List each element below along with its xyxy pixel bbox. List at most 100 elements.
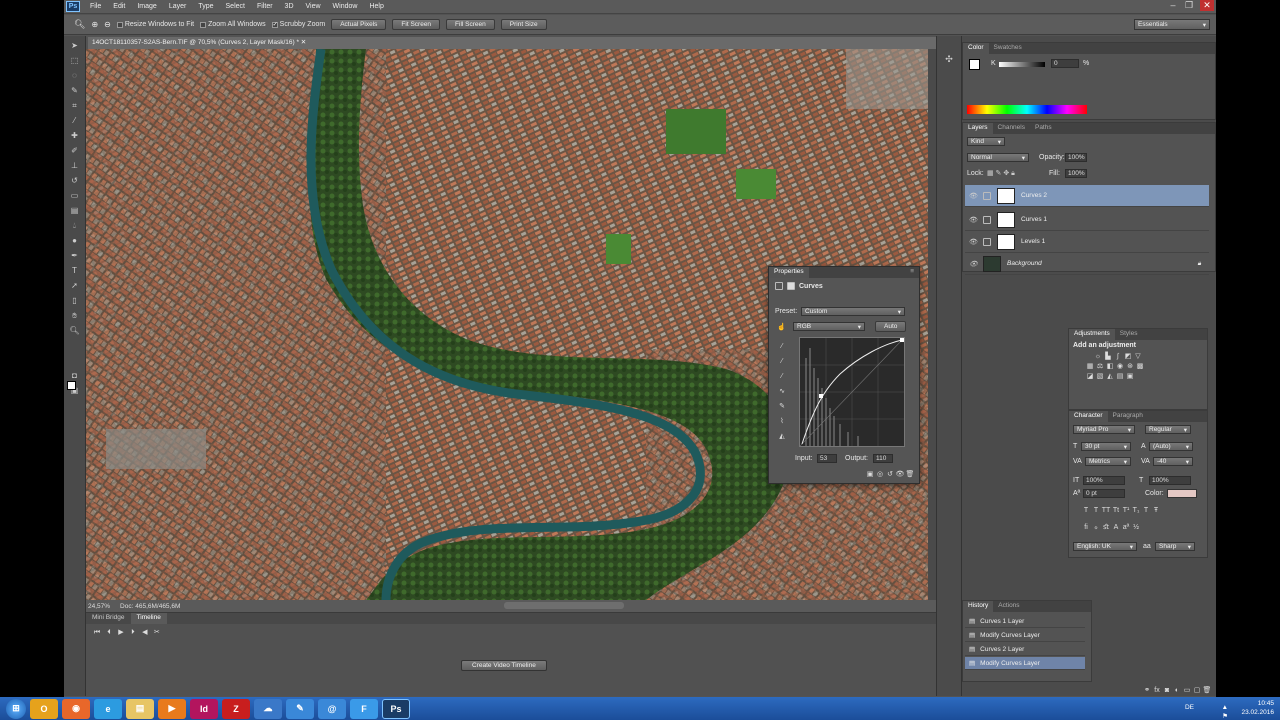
lock-icons[interactable]: ▦ ✎ ✥ 🔒︎ bbox=[987, 169, 1015, 178]
swash-icon[interactable]: ℴ bbox=[1091, 523, 1101, 531]
transition-icon[interactable]: ✂ bbox=[152, 628, 162, 636]
marquee-tool-icon[interactable]: ⬚ bbox=[68, 55, 82, 66]
language-dropdown[interactable]: English: UK ▾ bbox=[1073, 542, 1137, 551]
history-item[interactable]: ▤ Curves 1 Layer bbox=[965, 615, 1085, 628]
channel-dropdown[interactable]: RGB ▾ bbox=[793, 322, 865, 331]
layer-row-background[interactable]: 👁︎ Background 🔒︎ bbox=[965, 253, 1209, 275]
smooth-icon[interactable]: ⌇ bbox=[777, 414, 787, 429]
invert-icon[interactable]: ◪ bbox=[1085, 372, 1095, 380]
white-point-eyedropper-icon[interactable]: ⁄ bbox=[777, 369, 787, 384]
brightness-icon[interactable]: ☼ bbox=[1093, 353, 1103, 360]
healing-tool-icon[interactable]: ✚ bbox=[68, 130, 82, 141]
restore-icon[interactable]: ❐ bbox=[1184, 0, 1194, 11]
eyedropper-tool-icon[interactable]: ⁄ bbox=[68, 115, 82, 126]
windows-start-icon[interactable]: ⊞ bbox=[6, 698, 26, 719]
pen-app-icon[interactable]: ✎ bbox=[286, 698, 314, 719]
mail-app-icon[interactable]: @ bbox=[318, 698, 346, 719]
layer-kind-filter[interactable]: Kind ▾ bbox=[967, 137, 1005, 146]
actual-pixels-button[interactable]: Actual Pixels bbox=[331, 19, 387, 30]
hand-tool-icon[interactable]: ✋︎ bbox=[68, 310, 82, 321]
new-adjustment-icon[interactable]: ◐ bbox=[1172, 687, 1182, 694]
fit-screen-button[interactable]: Fit Screen bbox=[392, 19, 441, 30]
pen-tool-icon[interactable]: ✒ bbox=[68, 250, 82, 261]
menu-layer[interactable]: Layer bbox=[163, 3, 193, 10]
threshold-icon[interactable]: ◭ bbox=[1105, 372, 1115, 380]
layer-name[interactable]: Background bbox=[1007, 260, 1042, 267]
quick-select-tool-icon[interactable]: ✎ bbox=[68, 85, 82, 96]
canvas-horizontal-scrollbar[interactable] bbox=[504, 602, 624, 609]
file-explorer-icon[interactable]: ▤ bbox=[126, 698, 154, 719]
layer-name[interactable]: Levels 1 bbox=[1021, 238, 1045, 245]
menu-image[interactable]: Image bbox=[131, 3, 162, 10]
layer-name[interactable]: Curves 2 bbox=[1021, 192, 1047, 199]
create-video-timeline-button[interactable]: Create Video Timeline bbox=[461, 660, 547, 671]
kerning-field[interactable]: Metrics ▾ bbox=[1085, 457, 1131, 466]
mask-properties-icon[interactable] bbox=[787, 282, 795, 290]
text-color-swatch[interactable] bbox=[1167, 489, 1197, 498]
ordinal-icon[interactable]: aª bbox=[1121, 524, 1131, 531]
photo-filter-icon[interactable]: ◉ bbox=[1115, 362, 1125, 370]
menu-file[interactable]: File bbox=[84, 3, 107, 10]
curves-icon[interactable]: ∫ bbox=[1113, 353, 1123, 360]
eye-icon[interactable]: 👁︎ bbox=[969, 238, 978, 246]
zoom-out-icon[interactable]: ⊖ bbox=[104, 20, 111, 29]
tab-layers[interactable]: Layers bbox=[963, 123, 993, 134]
layer-row-levels-1[interactable]: 👁︎ Levels 1 bbox=[965, 231, 1209, 253]
font-family-dropdown[interactable]: Myriad Pro ▾ bbox=[1073, 425, 1135, 434]
menu-help[interactable]: Help bbox=[363, 3, 389, 10]
brush-tool-icon[interactable]: ✐ bbox=[68, 145, 82, 156]
menu-type[interactable]: Type bbox=[192, 3, 219, 10]
tab-swatches[interactable]: Swatches bbox=[989, 43, 1027, 54]
tab-styles[interactable]: Styles bbox=[1115, 329, 1143, 340]
channel-mixer-icon[interactable]: ⊛ bbox=[1125, 362, 1135, 370]
tab-actions[interactable]: Actions bbox=[993, 601, 1024, 612]
opacity-field[interactable]: 100% bbox=[1065, 153, 1087, 162]
internet-explorer-icon[interactable]: e bbox=[94, 698, 122, 719]
reset-icon[interactable]: ↺ bbox=[885, 470, 895, 478]
leading-field[interactable]: (Auto) ▾ bbox=[1149, 442, 1193, 451]
eye-icon[interactable]: 👁︎ bbox=[969, 260, 978, 268]
filezilla-icon[interactable]: Z bbox=[222, 698, 250, 719]
scrubby-zoom-checkbox[interactable]: ✓ Scrubby Zoom bbox=[271, 21, 325, 28]
vertical-scale-field[interactable]: 100% bbox=[1083, 476, 1125, 485]
superscript-icon[interactable]: T¹ bbox=[1121, 507, 1131, 514]
zoom-in-icon[interactable]: ⊕ bbox=[91, 20, 98, 29]
menu-select[interactable]: Select bbox=[220, 3, 251, 10]
tab-paragraph[interactable]: Paragraph bbox=[1108, 411, 1148, 422]
menu-window[interactable]: Window bbox=[327, 3, 364, 10]
foreground-color-swatch[interactable] bbox=[67, 381, 76, 390]
close-icon[interactable]: ✕ bbox=[1200, 0, 1214, 11]
layer-mask-thumb[interactable] bbox=[997, 233, 1015, 250]
bw-icon[interactable]: ◧ bbox=[1105, 362, 1115, 370]
eraser-tool-icon[interactable]: ▭ bbox=[68, 190, 82, 201]
zoom-all-checkbox[interactable]: Zoom All Windows bbox=[200, 21, 266, 28]
firefox-icon[interactable]: ◉ bbox=[62, 698, 90, 719]
lasso-tool-icon[interactable]: ◌ bbox=[68, 70, 82, 81]
layer-mask-thumb[interactable] bbox=[997, 211, 1015, 228]
font-size-field[interactable]: 30 pt ▾ bbox=[1081, 442, 1131, 451]
dodge-tool-icon[interactable]: ● bbox=[68, 235, 82, 246]
panel-menu-icon[interactable]: ≡ bbox=[905, 267, 919, 278]
black-point-eyedropper-icon[interactable]: ⁄ bbox=[777, 339, 787, 354]
history-item[interactable]: ▤ Curves 2 Layer bbox=[965, 643, 1085, 656]
selective-color-icon[interactable]: ▣ bbox=[1125, 372, 1135, 380]
eye-icon[interactable]: 👁︎ bbox=[969, 216, 978, 224]
clip-to-layer-icon[interactable]: ▣ bbox=[865, 470, 875, 478]
resize-windows-checkbox[interactable]: Resize Windows to Fit bbox=[116, 21, 194, 28]
horizontal-scale-field[interactable]: 100% bbox=[1149, 476, 1191, 485]
blend-mode-dropdown[interactable]: Normal ▾ bbox=[967, 153, 1029, 162]
all-caps-icon[interactable]: TT bbox=[1101, 507, 1111, 514]
tab-channels[interactable]: Channels bbox=[993, 123, 1030, 134]
fg-color-chip[interactable] bbox=[969, 59, 980, 70]
color-spectrum-bar[interactable] bbox=[967, 105, 1087, 114]
gradient-map-icon[interactable]: ▤ bbox=[1115, 372, 1125, 380]
clock-date[interactable]: 23.02.2016 bbox=[1241, 708, 1274, 717]
zoom-level[interactable]: 24,57% bbox=[88, 603, 110, 610]
tab-adjustments[interactable]: Adjustments bbox=[1069, 329, 1115, 340]
prev-frame-icon[interactable]: ⏴ bbox=[104, 629, 114, 637]
history-item-selected[interactable]: ▤ Modify Curves Layer bbox=[965, 657, 1085, 670]
menu-view[interactable]: View bbox=[300, 3, 327, 10]
output-value-field[interactable]: 110 bbox=[873, 454, 893, 463]
ligature-icon[interactable]: fi bbox=[1081, 524, 1091, 531]
tab-mini-bridge[interactable]: Mini Bridge bbox=[86, 613, 131, 624]
